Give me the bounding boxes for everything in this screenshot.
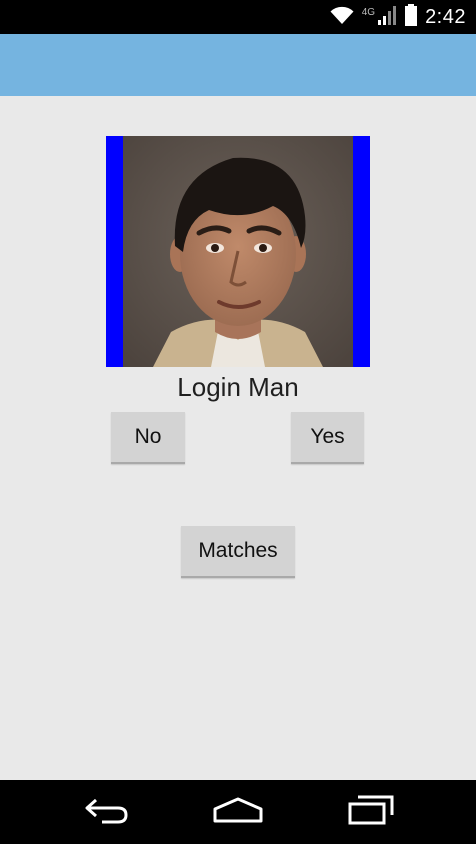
status-icons: 4G 2:42	[330, 3, 466, 31]
battery-icon	[405, 3, 418, 31]
action-bar	[0, 34, 476, 96]
status-clock: 2:42	[425, 5, 466, 28]
profile-name: Login Man	[177, 372, 299, 402]
no-button[interactable]: No	[111, 412, 185, 464]
home-button[interactable]	[203, 792, 273, 832]
signal-icon	[377, 5, 397, 30]
matches-button[interactable]: Matches	[181, 526, 295, 578]
back-button[interactable]	[72, 792, 142, 832]
main-content: Login Man No Yes Matches	[0, 96, 476, 780]
recents-button[interactable]	[336, 792, 406, 832]
profile-photo[interactable]	[123, 136, 353, 367]
phone-screen: 4G 2:42 Login Man No Yes Matches	[0, 0, 476, 844]
recents-icon	[348, 795, 394, 830]
network-type-label: 4G	[361, 7, 376, 18]
wifi-icon	[330, 5, 354, 30]
back-icon	[84, 796, 130, 829]
status-bar: 4G 2:42	[0, 0, 476, 34]
profile-photo-frame	[106, 136, 370, 367]
navigation-bar	[0, 780, 476, 844]
yes-button[interactable]: Yes	[291, 412, 364, 464]
home-icon	[212, 796, 264, 829]
